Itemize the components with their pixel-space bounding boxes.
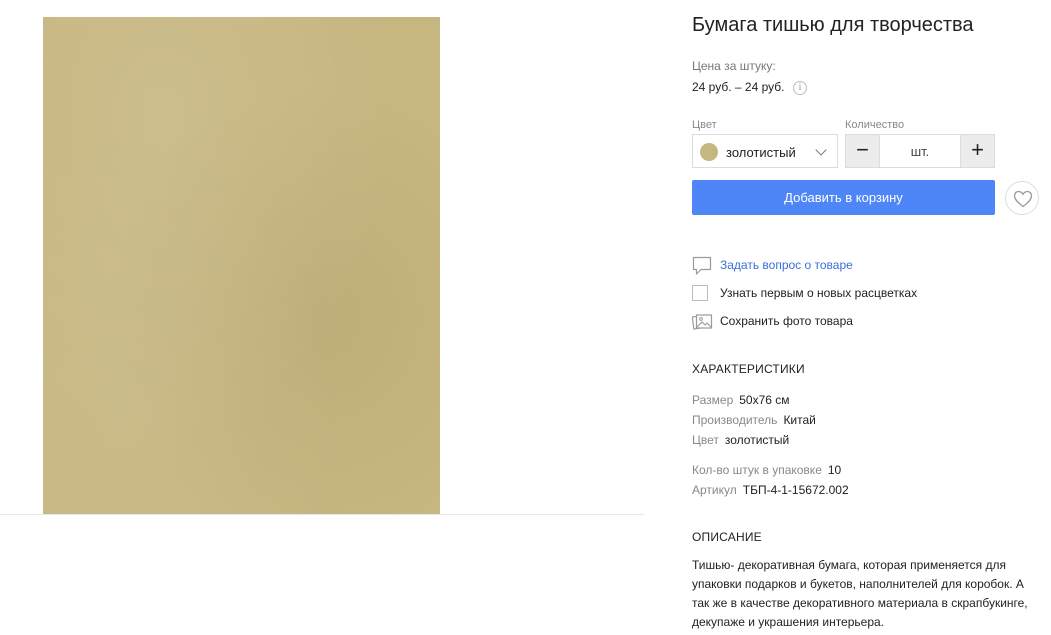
spec-value: Китай [783, 413, 816, 427]
characteristics-heading: ХАРАКТЕРИСТИКИ [692, 362, 805, 376]
image-icon [692, 314, 713, 330]
divider [0, 514, 644, 515]
spec-label: Размер [692, 393, 734, 407]
add-to-cart-button[interactable]: Добавить в корзину [692, 180, 995, 215]
description-heading: ОПИСАНИЕ [692, 530, 762, 544]
color-select[interactable]: золотистый [692, 134, 838, 168]
notify-new-colors-label: Узнать первым о новых расцветках [720, 286, 918, 300]
product-image[interactable] [43, 17, 440, 514]
favorite-button[interactable] [1005, 181, 1039, 215]
chevron-down-icon [815, 144, 827, 156]
description-text: Тишью- декоративная бумага, которая прим… [692, 558, 1028, 629]
color-label: Цвет [692, 119, 717, 131]
spec-value: 10 [827, 463, 842, 477]
spec-label: Цвет [692, 433, 719, 447]
spec-row: Производитель Китай [692, 413, 816, 427]
price-label: Цена за штуку: [692, 59, 776, 73]
spec-row: Кол-во штук в упаковке 10 [692, 463, 841, 477]
price-value: 24 руб. – 24 руб. [692, 80, 785, 94]
spec-label: Артикул [692, 483, 737, 497]
spec-value: 50х76 см [739, 393, 790, 407]
quantity-input[interactable] [881, 135, 959, 167]
color-value: золотистый [726, 145, 796, 160]
decrement-button[interactable]: − [845, 134, 880, 168]
chat-bubble-icon [692, 256, 712, 275]
info-icon[interactable]: i [793, 81, 807, 95]
color-swatch [700, 143, 718, 161]
quantity-stepper: − + [845, 134, 995, 168]
spec-row: Размер 50х76 см [692, 393, 790, 407]
spec-label: Производитель [692, 413, 778, 427]
increment-button[interactable]: + [960, 134, 995, 168]
checkbox-icon[interactable] [692, 285, 708, 301]
spec-label: Кол-во штук в упаковке [692, 463, 822, 477]
heart-icon [1013, 190, 1033, 208]
spec-row: Артикул ТБП-4-1-15672.002 [692, 483, 849, 497]
spec-value: золотистый [724, 433, 790, 447]
spec-value: ТБП-4-1-15672.002 [742, 483, 849, 497]
ask-question-label: Задать вопрос о товаре [720, 258, 853, 272]
spec-row: Цвет золотистый [692, 433, 789, 447]
quantity-label: Количество [845, 119, 905, 131]
product-title: Бумага тишью для творчества [692, 14, 974, 36]
save-photo-label: Сохранить фото товара [720, 314, 853, 328]
